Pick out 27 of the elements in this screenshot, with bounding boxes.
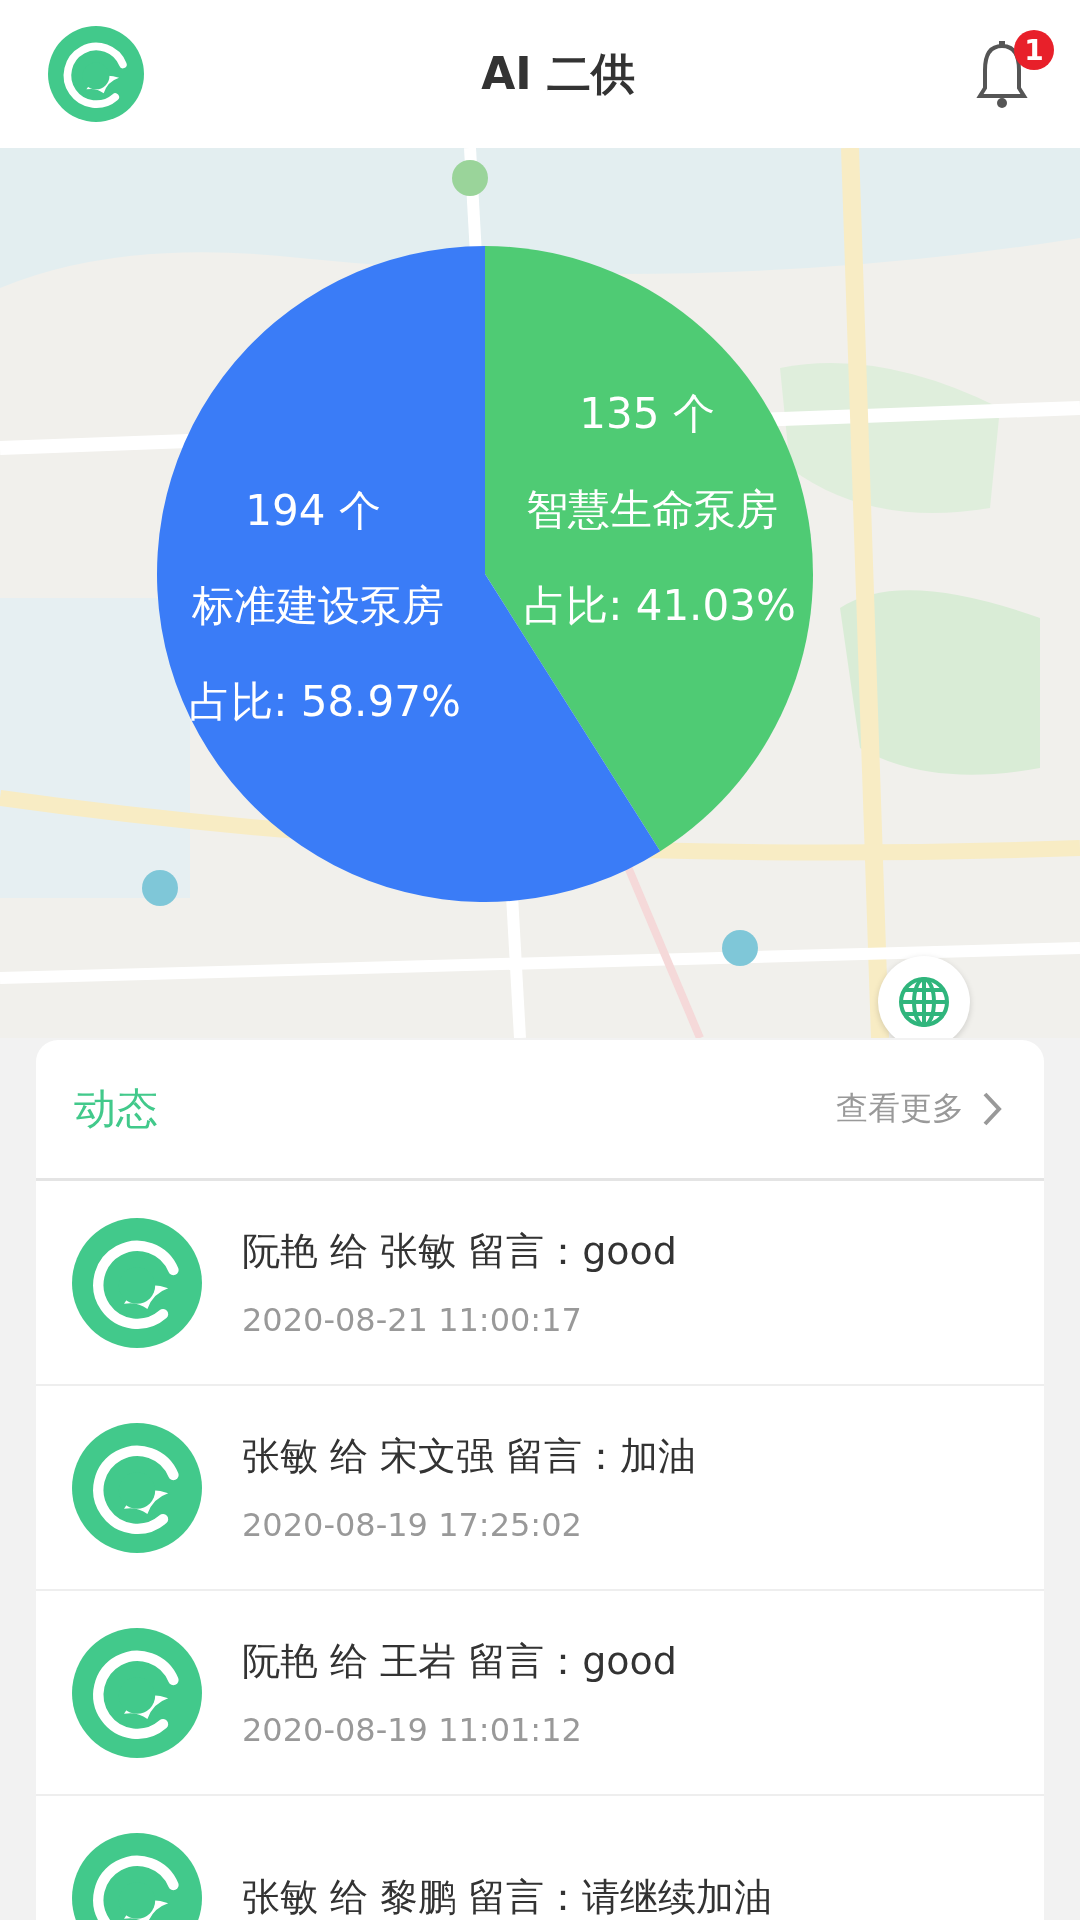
- message-text: 阮艳 给 张敏 留言：good: [242, 1228, 677, 1275]
- slice-name: 智慧生命泵房: [526, 485, 778, 534]
- message-time: 2020-08-19 11:01:12: [242, 1711, 583, 1749]
- slice-count: 194 个: [245, 486, 381, 535]
- slice-share: 占比: 58.97%: [189, 677, 461, 726]
- avatar-icon: [72, 1422, 202, 1553]
- feed-item[interactable]: 张敏 给 宋文强 留言：加油 2020-08-19 17:25:02: [36, 1386, 1044, 1591]
- slice-name: 标准建设泵房: [192, 581, 444, 630]
- avatar-icon: [72, 1217, 202, 1348]
- bell-icon[interactable]: [976, 40, 1028, 110]
- message-text: 阮艳 给 王岩 留言：good: [242, 1638, 677, 1685]
- slice-count: 135 个: [579, 389, 715, 438]
- feed-item[interactable]: 张敏 给 黎鹏 留言：请继续加油: [36, 1796, 1044, 1920]
- chevron-icon: [982, 1091, 1002, 1127]
- message-time: 2020-08-19 17:25:02: [242, 1506, 583, 1544]
- feed-item[interactable]: 阮艳 给 张敏 留言：good 2020-08-21 11:00:17: [36, 1181, 1044, 1386]
- notification-badge: 1: [1014, 30, 1054, 70]
- message-time: 2020-08-21 11:00:17: [242, 1301, 583, 1339]
- app-title: AI 二供: [481, 46, 635, 101]
- section-title: 动态: [74, 1083, 158, 1135]
- message-text: 张敏 给 宋文强 留言：加油: [242, 1433, 697, 1480]
- slice-share: 占比: 41.03%: [524, 581, 796, 630]
- globe-icon: [897, 975, 951, 1029]
- message-text: 张敏 给 黎鹏 留言：请继续加油: [242, 1874, 773, 1920]
- avatar-icon: [72, 1627, 202, 1758]
- feed-item[interactable]: 阮艳 给 王岩 留言：good 2020-08-19 11:01:12: [36, 1591, 1044, 1796]
- logo-icon: [48, 26, 144, 122]
